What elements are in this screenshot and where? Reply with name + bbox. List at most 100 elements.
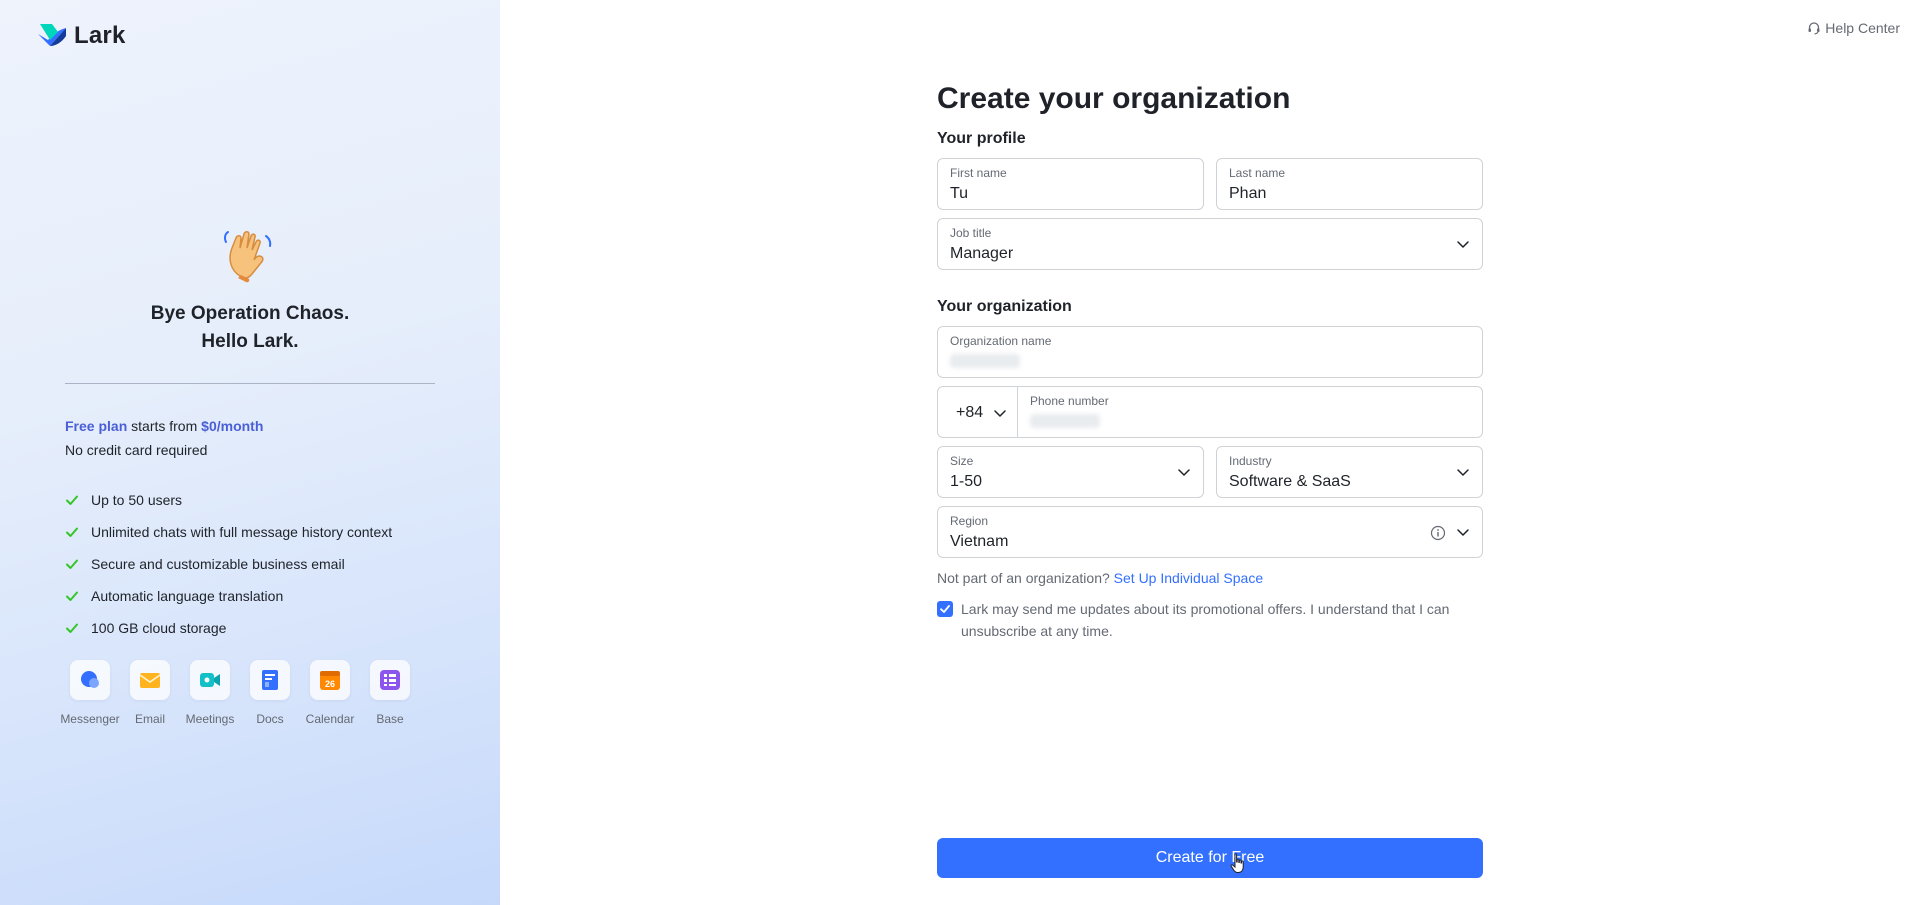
last-name-field[interactable]: Last name Phan — [1216, 158, 1483, 210]
app-base: Base — [370, 660, 410, 726]
not-part-text: Not part of an organization? — [937, 570, 1114, 586]
feature-label: Automatic language translation — [91, 588, 284, 604]
phone-number-field[interactable]: Phone number — [1018, 387, 1482, 437]
lark-logo[interactable]: Lark — [36, 22, 126, 50]
chevron-down-icon[interactable] — [993, 406, 1007, 420]
consent-row: Lark may send me updates about its promo… — [937, 598, 1483, 642]
consent-checkbox[interactable] — [937, 601, 953, 617]
docs-icon — [262, 670, 278, 690]
chevron-down-icon[interactable] — [1456, 237, 1470, 251]
base-icon — [380, 670, 400, 690]
country-code-value[interactable]: +84 — [956, 404, 983, 422]
job-title-select[interactable]: Job title Manager — [937, 218, 1483, 270]
size-select[interactable]: Size 1-50 — [937, 446, 1204, 498]
check-icon — [66, 623, 78, 633]
check-icon — [66, 559, 78, 569]
check-icon — [66, 495, 78, 505]
organization-section-heading: Your organization — [937, 298, 1072, 315]
help-center-link[interactable]: Help Center — [1807, 20, 1900, 36]
plan-pricing: Free plan starts from $0/month — [65, 418, 263, 434]
size-value[interactable]: 1-50 — [950, 473, 982, 491]
feature-list: Up to 50 users Unlimited chats with full… — [65, 484, 392, 644]
info-icon[interactable] — [1430, 525, 1446, 541]
app-email: Email — [130, 660, 170, 726]
app-label: Meetings — [185, 712, 235, 726]
individual-space-prompt: Not part of an organization? Set Up Indi… — [937, 570, 1483, 586]
set-up-individual-space-link[interactable]: Set Up Individual Space — [1114, 570, 1263, 586]
phone-group: +84 Phone number — [937, 386, 1483, 438]
lark-logo-text: Lark — [74, 22, 126, 49]
calendar-day: 26 — [325, 679, 335, 689]
help-center-label[interactable]: Help Center — [1825, 20, 1900, 36]
region-label: Region — [950, 514, 989, 528]
feature-item: Secure and customizable business email — [65, 548, 392, 580]
feature-label: Up to 50 users — [91, 492, 183, 508]
app-label: Messenger — [60, 712, 120, 726]
app-label: Email — [134, 712, 165, 726]
create-org-form: Create your organization Your profile Fi… — [937, 80, 1483, 642]
phone-number-label: Phone number — [1030, 394, 1109, 408]
checkmark-icon — [940, 605, 950, 613]
org-name-row: Organization name — [937, 326, 1483, 378]
create-for-free-button[interactable]: Create for Free — [937, 838, 1483, 878]
chevron-down-icon[interactable] — [1456, 525, 1470, 539]
region-select[interactable]: Region Vietnam — [937, 506, 1483, 558]
email-icon — [139, 673, 161, 688]
feature-item: Unlimited chats with full message histor… — [65, 516, 392, 548]
feature-label: 100 GB cloud storage — [91, 620, 227, 636]
last-name-value[interactable]: Phan — [1229, 185, 1266, 203]
tagline-line-1: Bye Operation Chaos. — [150, 303, 350, 324]
app-label: Calendar — [305, 712, 355, 726]
calendar-icon: 26 — [320, 671, 340, 690]
consent-text: Lark may send me updates about its promo… — [961, 601, 1450, 639]
feature-label: Unlimited chats with full message histor… — [91, 524, 393, 540]
region-value[interactable]: Vietnam — [950, 533, 1008, 551]
phone-number-redacted[interactable] — [1030, 414, 1100, 428]
promo-panel: Lark Bye Operation Chaos. Hello Lark. Fr… — [0, 0, 500, 905]
promo-divider — [65, 383, 435, 384]
meetings-icon — [200, 673, 220, 687]
job-title-row: Job title Manager — [937, 218, 1483, 270]
no-credit-card-note: No credit card required — [65, 442, 208, 458]
app-label: Docs — [256, 712, 284, 726]
app-label: Base — [376, 712, 404, 726]
first-name-field[interactable]: First name Tu — [937, 158, 1204, 210]
feature-item: 100 GB cloud storage — [65, 612, 392, 644]
plan-middle-text: starts from — [127, 418, 202, 434]
first-name-label: First name — [950, 166, 1007, 180]
organization-name-field[interactable]: Organization name — [937, 326, 1483, 378]
promo-tagline: Bye Operation Chaos. Hello Lark. — [0, 300, 500, 356]
industry-value[interactable]: Software & SaaS — [1229, 473, 1351, 491]
app-list: Messenger Email Meetings Docs 26 Calenda… — [60, 660, 410, 726]
lark-logo-icon — [38, 24, 66, 46]
headset-icon — [1808, 22, 1820, 35]
app-calendar: 26 Calendar — [306, 660, 354, 726]
feature-label: Secure and customizable business email — [91, 556, 345, 572]
page-title: Create your organization — [937, 82, 1291, 115]
messenger-icon — [81, 671, 99, 688]
chevron-down-icon[interactable] — [1456, 465, 1470, 479]
hand-pointer-cursor-icon — [1230, 853, 1244, 873]
feature-item: Up to 50 users — [65, 484, 392, 516]
check-icon — [66, 527, 78, 537]
size-industry-row: Size 1-50 Industry Software & SaaS — [937, 446, 1483, 498]
name-row: First name Tu Last name Phan — [937, 158, 1483, 210]
plan-name: Free plan — [65, 418, 128, 434]
tagline-line-2: Hello Lark. — [201, 331, 299, 352]
plan-price: $0/month — [201, 418, 264, 434]
app-messenger: Messenger — [60, 660, 120, 726]
waving-hand-icon — [223, 231, 272, 283]
organization-name-redacted[interactable] — [950, 354, 1020, 368]
last-name-label: Last name — [1229, 166, 1286, 180]
check-icon — [66, 591, 78, 601]
country-code-select[interactable]: +84 — [938, 387, 1018, 437]
industry-select[interactable]: Industry Software & SaaS — [1216, 446, 1483, 498]
industry-label: Industry — [1229, 454, 1272, 468]
size-label: Size — [950, 454, 974, 468]
app-meetings: Meetings — [186, 660, 234, 726]
feature-item: Automatic language translation — [65, 580, 392, 612]
job-title-label: Job title — [950, 226, 992, 240]
chevron-down-icon[interactable] — [1177, 465, 1191, 479]
job-title-value[interactable]: Manager — [950, 245, 1013, 263]
first-name-value[interactable]: Tu — [950, 185, 968, 203]
